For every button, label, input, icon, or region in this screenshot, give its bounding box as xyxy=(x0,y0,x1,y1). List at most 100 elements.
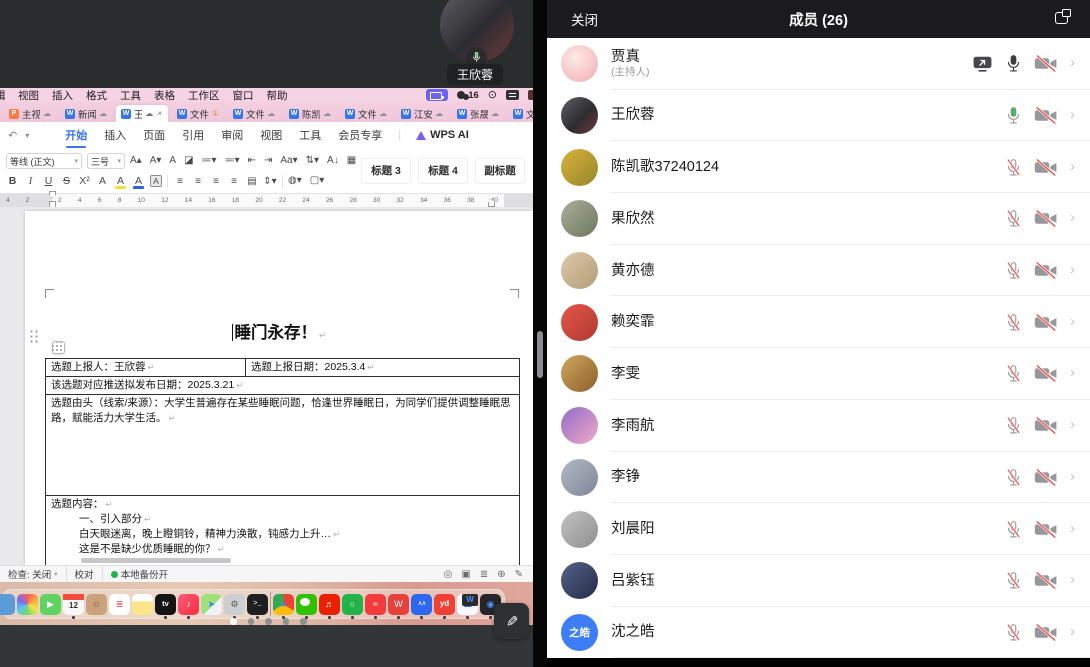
dock-icon[interactable] xyxy=(296,594,317,615)
toolbar-icon[interactable]: A▴ xyxy=(130,156,142,166)
dock-icon[interactable]: ○ xyxy=(342,594,363,615)
document-tab[interactable]: W 江安琪 xyxy=(396,105,448,122)
page-dot[interactable] xyxy=(265,618,272,625)
dock-icon[interactable]: ♪ xyxy=(178,594,199,615)
chevron-right-icon[interactable]: › xyxy=(1070,469,1075,484)
statusbar-view-icon[interactable]: ◎ xyxy=(444,569,453,580)
table-cell[interactable]: 该选题对应推送拟发布日期：2025.3.21 xyxy=(46,377,519,394)
page-dot[interactable] xyxy=(300,618,307,625)
bold-button[interactable]: B xyxy=(6,175,19,187)
wps-ai-button[interactable]: WPS AI xyxy=(416,129,469,141)
proofread-button[interactable]: 校对 xyxy=(66,567,102,581)
toolbar-icon[interactable]: ⇥ xyxy=(264,156,272,166)
mic-icon[interactable] xyxy=(1005,468,1022,487)
document-tab[interactable]: P 主视觉 xyxy=(4,105,56,122)
statusbar-view-icon[interactable]: ▣ xyxy=(461,569,470,580)
italic-button[interactable]: I xyxy=(24,176,37,187)
document-page[interactable]: 睡门永存！↵ 选题上报人：王欣蓉 选题上报日期：2025.3.4 该选题对应推送… xyxy=(25,211,533,565)
menu-item[interactable]: 工作区 xyxy=(188,88,220,103)
align-button[interactable]: ≡ xyxy=(227,175,241,188)
dock-icon[interactable]: 12 xyxy=(63,594,84,615)
document-tab[interactable]: W 新闻中 xyxy=(60,105,112,122)
dock-icon[interactable]: ≣ xyxy=(109,594,130,615)
camera-off-icon[interactable] xyxy=(1034,55,1058,72)
statusbar-view-icon[interactable]: ≣ xyxy=(480,569,488,580)
member-row[interactable]: 吕紫钰 xyxy=(547,555,1090,607)
member-row[interactable]: 李铮 xyxy=(547,452,1090,504)
chevron-right-icon[interactable]: › xyxy=(1070,107,1075,122)
style-chip[interactable]: 副标题 xyxy=(475,158,525,184)
dock-icon[interactable] xyxy=(270,592,271,616)
dock-icon[interactable]: tv xyxy=(155,594,176,615)
spellcheck-status[interactable]: 检查: 关闭▾ xyxy=(0,567,66,581)
chevron-right-icon[interactable]: › xyxy=(1070,624,1075,639)
superscript-button[interactable]: X² xyxy=(78,175,91,187)
align-button[interactable]: ▤ xyxy=(245,175,259,188)
camera-off-icon[interactable] xyxy=(1034,521,1058,538)
strikethrough-button[interactable]: S xyxy=(60,175,73,187)
style-chip[interactable]: 标题 4 xyxy=(418,158,468,184)
menu-item[interactable]: 插入 xyxy=(52,88,73,103)
align-button[interactable]: ≡ xyxy=(173,175,187,188)
dock-icon[interactable]: >_ xyxy=(247,594,268,615)
horizontal-ruler[interactable]: 42 246810121416182022242628303234363840 xyxy=(0,194,533,207)
chevron-right-icon[interactable]: › xyxy=(1070,210,1075,225)
ribbon-tab[interactable]: 引用 xyxy=(181,123,205,147)
font-size-select[interactable]: 三号▾ xyxy=(87,153,125,169)
mic-icon[interactable] xyxy=(1005,261,1022,280)
dock-icon[interactable]: ⚙ xyxy=(224,594,245,615)
style-chip[interactable]: 标题 3 xyxy=(361,158,411,184)
dock-icon[interactable] xyxy=(17,594,38,615)
toolbar-icon[interactable]: ⇅▾ xyxy=(306,156,319,166)
mic-icon[interactable] xyxy=(1005,623,1022,642)
table-cell[interactable]: 选题内容：一、引入部分白天眼迷离，晚上瞪铜铃，精神力涣散，钝感力上升…这是不是缺… xyxy=(46,496,519,570)
document-tab[interactable]: W 王欣蓉 xyxy=(116,105,168,122)
mic-icon[interactable] xyxy=(1005,571,1022,590)
character-border-button[interactable]: A xyxy=(150,175,162,187)
dock-icon[interactable]: W xyxy=(388,594,409,615)
statusbar-view-icon[interactable]: ⊕ xyxy=(497,569,505,580)
camera-off-icon[interactable] xyxy=(1034,365,1058,382)
document-tab[interactable]: W 文件.d xyxy=(172,105,224,122)
mic-icon[interactable] xyxy=(1005,209,1022,228)
menu-item[interactable]: 视图 xyxy=(18,88,39,103)
statusbar-view-icon[interactable]: ✎ xyxy=(515,569,523,580)
menu-item[interactable]: 帮助 xyxy=(267,88,288,103)
mic-icon[interactable] xyxy=(1005,54,1022,73)
camera-off-icon[interactable] xyxy=(1034,210,1058,227)
ribbon-tab[interactable]: 会员专享 xyxy=(337,123,383,147)
member-row[interactable]: 果欣然 xyxy=(547,193,1090,245)
dock-icon[interactable] xyxy=(132,594,153,615)
table-cell[interactable]: 选题由头（线索/来源）：大学生普遍存在某些睡眠问题，恰逢世界睡眠日，为同学们提供… xyxy=(46,395,519,495)
chevron-right-icon[interactable]: › xyxy=(1070,417,1075,432)
align-button[interactable]: ⇕▾ xyxy=(263,175,277,188)
camera-off-icon[interactable] xyxy=(1034,159,1058,176)
screen-share-status-button[interactable] xyxy=(426,89,448,101)
page-dot[interactable] xyxy=(248,618,255,625)
dock-icon[interactable]: ♬ xyxy=(319,594,340,615)
member-row[interactable]: 刘晨阳 xyxy=(547,503,1090,555)
toolbar-icon[interactable]: Aa▾ xyxy=(280,156,297,166)
font-color-button[interactable]: A xyxy=(132,175,145,187)
member-row[interactable]: 李雨航 xyxy=(547,400,1090,452)
member-row[interactable]: 赖奕霏 xyxy=(547,296,1090,348)
member-row[interactable]: 李雯 xyxy=(547,348,1090,400)
toolbar-icon[interactable]: ≕▾ xyxy=(225,156,240,166)
document-tab[interactable]: W 文件.d xyxy=(340,105,392,122)
camera-off-icon[interactable] xyxy=(1034,572,1058,589)
toolbar-icon[interactable]: A xyxy=(169,156,176,166)
member-row[interactable]: 陈凯歌37240124 xyxy=(547,141,1090,193)
chevron-right-icon[interactable]: › xyxy=(1070,572,1075,587)
local-backup-status[interactable]: 本地备份开 xyxy=(102,567,177,581)
dock-icon[interactable]: ▶ xyxy=(40,594,61,615)
camera-off-icon[interactable] xyxy=(1034,262,1058,279)
chevron-right-icon[interactable]: › xyxy=(1070,521,1075,536)
mic-icon[interactable] xyxy=(1005,416,1022,435)
scrollbar-handle[interactable] xyxy=(537,331,543,378)
document-tab[interactable]: W 文件_1 xyxy=(228,105,280,122)
mic-icon[interactable] xyxy=(1005,313,1022,332)
document-tab[interactable]: W 张晟.d xyxy=(452,105,504,122)
toolbar-icon[interactable]: ≔▾ xyxy=(202,156,217,166)
ribbon-tab[interactable]: 开始 xyxy=(64,123,88,147)
dock-icon[interactable]: ∧∧ xyxy=(411,594,432,615)
